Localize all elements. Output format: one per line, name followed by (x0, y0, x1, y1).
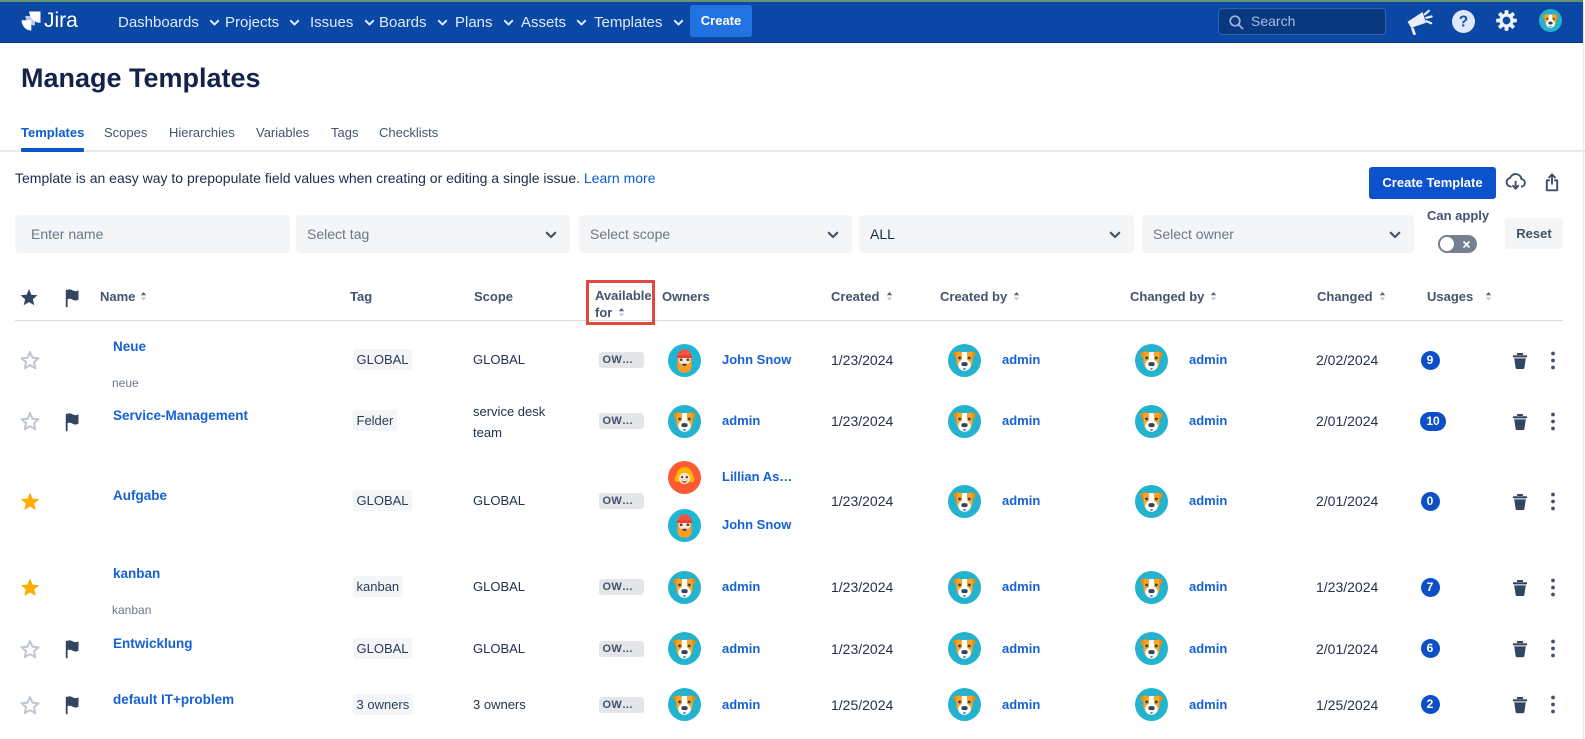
svg-text:?: ? (1459, 14, 1468, 31)
